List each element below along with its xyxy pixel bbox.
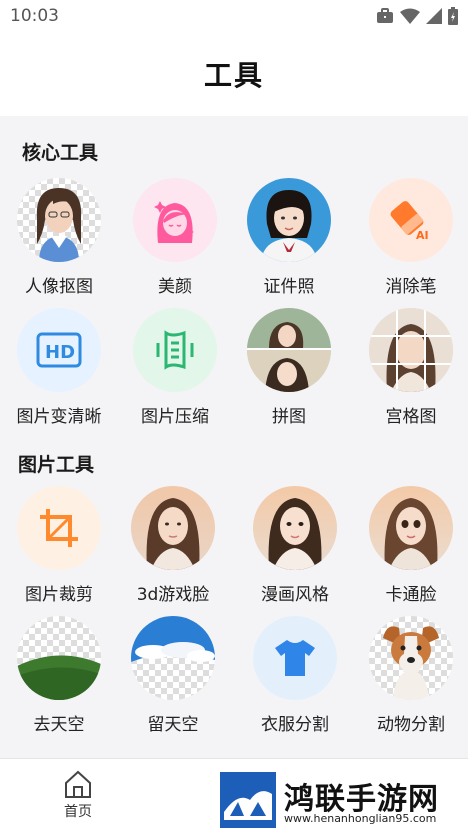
watermark-url: www.henanhonglian95.com (284, 812, 437, 825)
cartoon-face-thumbnail (369, 486, 453, 570)
nav-home[interactable]: 首页 (48, 769, 108, 829)
keep-sky-thumbnail (131, 616, 215, 700)
tool-portrait-cutout[interactable]: 人像抠图 (4, 178, 114, 298)
tool-3d-game-face[interactable]: 3d游戏脸 (118, 486, 228, 606)
tool-label: 卡通脸 (385, 585, 437, 605)
battery-icon (448, 7, 458, 25)
beauty-face-icon (133, 178, 217, 262)
home-icon (65, 770, 91, 798)
tool-label: 图片变清晰 (16, 407, 102, 427)
eraser-ai-icon: AI (369, 178, 453, 262)
page-title: 工具 (203, 59, 264, 92)
tool-cartoon-face[interactable]: 卡通脸 (356, 486, 466, 606)
tshirt-icon (253, 616, 337, 700)
tool-crop[interactable]: 图片裁剪 (4, 486, 114, 606)
svg-text:AI: AI (416, 229, 429, 242)
tool-collage[interactable]: 拼图 (234, 308, 344, 428)
dog-thumbnail (369, 616, 453, 700)
tool-label: 3d游戏脸 (136, 585, 210, 605)
signal-icon (426, 8, 442, 24)
tool-id-photo[interactable]: 证件照 (234, 178, 344, 298)
tool-grid-photo[interactable]: 宫格图 (356, 308, 466, 428)
tool-clothes-segment[interactable]: 衣服分割 (240, 616, 350, 736)
id-photo-thumbnail (247, 178, 331, 262)
status-icons (376, 7, 458, 25)
3d-face-thumbnail (131, 486, 215, 570)
svg-text:HD: HD (45, 342, 75, 363)
tool-label: 消除笔 (385, 277, 437, 297)
tool-animal-segment[interactable]: 动物分割 (356, 616, 466, 736)
tool-label: 动物分割 (377, 715, 445, 735)
wifi-icon (400, 8, 420, 24)
portrait-cutout-thumbnail (17, 178, 101, 262)
watermark: 鸿联手游网 www.henanhonglian95.com (220, 772, 460, 828)
section-title-image-tools: 图片工具 (18, 454, 95, 476)
nav-home-label: 首页 (64, 804, 92, 820)
tool-comic-style[interactable]: 漫画风格 (240, 486, 350, 606)
tool-label: 图片裁剪 (25, 585, 93, 605)
tool-label: 人像抠图 (25, 277, 93, 297)
tool-label: 图片压缩 (141, 407, 209, 427)
compress-icon (133, 308, 217, 392)
comic-style-thumbnail (253, 486, 337, 570)
app-bar: 工具 (0, 32, 468, 116)
tool-enhance-hd[interactable]: HD 图片变清晰 (4, 308, 114, 428)
tool-keep-sky[interactable]: 留天空 (118, 616, 228, 736)
tool-beauty[interactable]: 美颜 (120, 178, 230, 298)
tool-compress[interactable]: 图片压缩 (120, 308, 230, 428)
tool-label: 宫格图 (385, 407, 437, 427)
tools-content: 核心工具 人像抠图 美颜 证件照 AI 消除笔 HD 图片变清晰 图片压缩 拼图… (0, 116, 468, 758)
watermark-logo-icon (220, 772, 276, 828)
tool-label: 拼图 (272, 407, 306, 427)
section-title-core-tools: 核心工具 (22, 142, 99, 164)
grid-photo-thumbnail (369, 308, 453, 392)
collage-thumbnail (247, 308, 331, 392)
tool-label: 去天空 (33, 715, 85, 735)
status-time: 10:03 (10, 6, 59, 26)
tool-label: 漫画风格 (261, 585, 329, 605)
remove-sky-thumbnail (17, 616, 101, 700)
tool-label: 证件照 (263, 277, 315, 297)
status-bar: 10:03 (0, 0, 468, 32)
briefcase-icon (377, 8, 393, 23)
hd-icon: HD (17, 308, 101, 392)
tool-remove-sky[interactable]: 去天空 (4, 616, 114, 736)
crop-icon (17, 486, 101, 570)
tool-eraser-pen[interactable]: AI 消除笔 (356, 178, 466, 298)
tool-label: 衣服分割 (261, 715, 329, 735)
tool-label: 美颜 (158, 277, 192, 297)
tool-label: 留天空 (147, 715, 199, 735)
